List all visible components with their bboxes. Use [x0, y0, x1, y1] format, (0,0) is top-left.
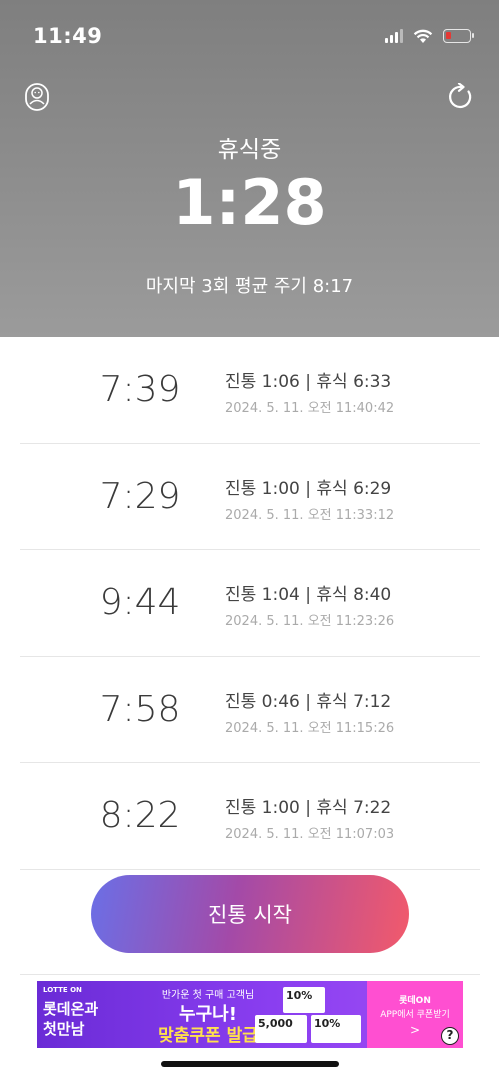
help-icon[interactable]: ?: [441, 1027, 459, 1045]
battery-level: [446, 32, 451, 39]
state-label: 휴식중: [217, 137, 282, 163]
baby-icon[interactable]: [24, 82, 50, 112]
ad-headline-line-2: 첫만남: [43, 1020, 85, 1038]
list-item[interactable]: 7:58 진통 0:46 | 휴식 7:12 2024. 5. 11. 오전 1…: [20, 657, 480, 763]
status-bar: 11:49: [0, 0, 499, 70]
ad-coupon-card: 10%: [311, 1015, 361, 1043]
rest-timer: 1:28: [172, 166, 327, 239]
start-contraction-button[interactable]: 진통 시작: [91, 875, 409, 953]
home-indicator[interactable]: [161, 1061, 339, 1067]
list-item[interactable]: 8:22 진통 1:00 | 휴식 7:22 2024. 5. 11. 오전 1…: [20, 763, 480, 870]
status-time: 11:49: [33, 24, 103, 48]
interval-value: 8:22: [99, 795, 181, 836]
ad-card-top: 10%: [286, 989, 313, 1002]
ad-headline-line-1: 롯데온과: [43, 1000, 99, 1018]
ad-coupon-card: 5,000: [255, 1015, 307, 1043]
ad-card-left: 5,000: [258, 1017, 293, 1030]
ad-right-line-1: 롯데ON: [399, 996, 431, 1006]
timestamp: 2024. 5. 11. 오전 11:07:03: [225, 827, 395, 842]
contraction-detail: 진통 0:46 | 휴식 7:12: [225, 691, 392, 712]
interval-value: 9:44: [99, 582, 181, 623]
battery-icon: [443, 29, 474, 43]
interval-value: 7:39: [99, 369, 181, 410]
interval-value: 7:29: [99, 475, 181, 517]
refresh-icon[interactable]: [447, 83, 475, 111]
status-icons: [385, 26, 474, 46]
contraction-detail: 진통 1:06 | 휴식 6:33: [225, 372, 392, 392]
ad-banner[interactable]: LOTTE ON 롯데온과 첫만남 반가운 첫 구매 고객님 누구나! 맞춤쿠폰…: [37, 981, 463, 1048]
timestamp: 2024. 5. 11. 오전 11:40:42: [225, 401, 395, 416]
timestamp: 2024. 5. 11. 오전 11:23:26: [225, 614, 395, 629]
ad-subline: 반가운 첫 구매 고객님: [161, 990, 255, 1001]
ad-right-line-2: APP에서 쿠폰받기: [380, 1010, 450, 1020]
contraction-detail: 진통 1:04 | 휴식 8:40: [225, 585, 392, 605]
header: 11:49 휴식중 1:28 마지막 3회 평균 주기 8:17: [0, 0, 499, 337]
contraction-detail: 진통 1:00 | 휴식 7:22: [225, 798, 392, 818]
ad-brand: LOTTE ON: [43, 986, 82, 994]
average-interval: 마지막 3회 평균 주기 8:17: [145, 276, 354, 297]
wifi-icon: [413, 29, 433, 43]
divider: [20, 974, 480, 975]
contraction-detail: 진통 1:00 | 휴식 6:29: [225, 478, 392, 499]
list-item[interactable]: 9:44 진통 1:04 | 휴식 8:40 2024. 5. 11. 오전 1…: [20, 550, 480, 657]
list-item[interactable]: 7:29 진통 1:00 | 휴식 6:29 2024. 5. 11. 오전 1…: [20, 444, 480, 550]
list-item[interactable]: 7:39 진통 1:06 | 휴식 6:33 2024. 5. 11. 오전 1…: [20, 337, 480, 444]
timestamp: 2024. 5. 11. 오전 11:33:12: [225, 507, 395, 523]
timestamp: 2024. 5. 11. 오전 11:15:26: [225, 720, 395, 736]
ad-coupon-card: 10%: [283, 987, 325, 1013]
ad-headline: 롯데온과 첫만남: [43, 999, 133, 1039]
ad-card-right: 10%: [314, 1017, 341, 1030]
interval-value: 7:58: [99, 688, 181, 730]
cellular-signal-icon: [385, 29, 403, 43]
contraction-list: 7:39 진통 1:06 | 휴식 6:33 2024. 5. 11. 오전 1…: [20, 337, 480, 870]
